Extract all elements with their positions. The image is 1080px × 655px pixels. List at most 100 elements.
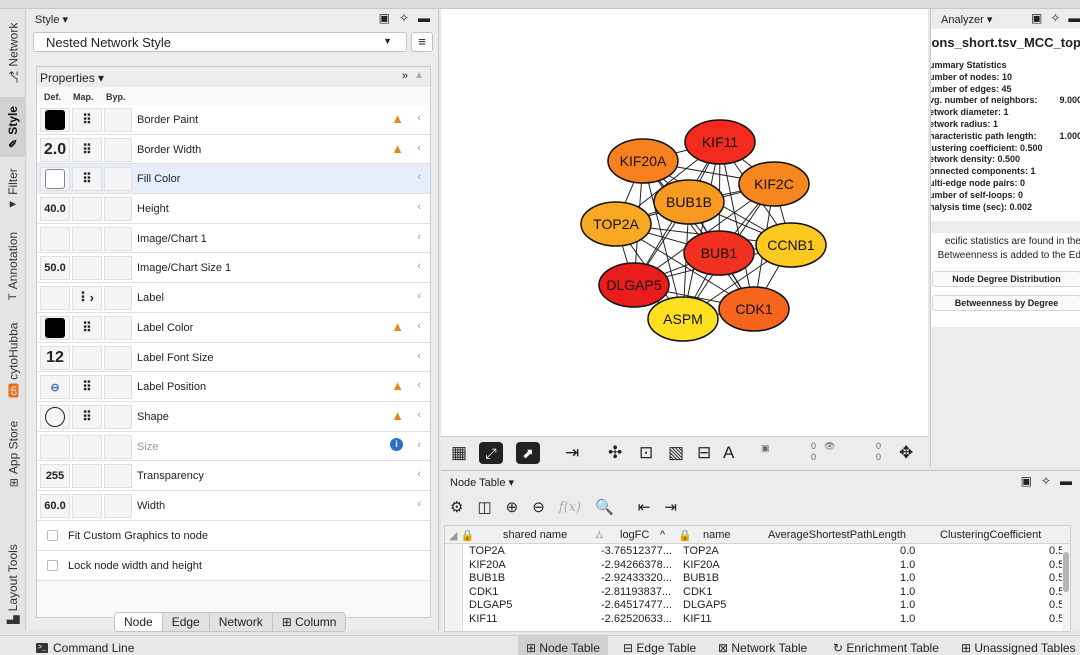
bypass-border-paint[interactable]: [104, 108, 132, 132]
chevron-left-icon[interactable]: ‹: [417, 201, 421, 213]
property-row-height[interactable]: 40.0 Height ‹: [37, 194, 430, 224]
tab-network[interactable]: Network: [210, 613, 273, 631]
gear-icon[interactable]: ⚙: [450, 498, 463, 516]
warning-icon[interactable]: ▲: [391, 378, 404, 393]
column-chooser-icon[interactable]: ◫: [477, 498, 491, 516]
mapping-image-chart-size-1[interactable]: [72, 256, 102, 281]
minimize-icon[interactable]: ▬: [418, 11, 430, 25]
node-bub1[interactable]: BUB1: [683, 230, 755, 276]
property-row-width[interactable]: 60.0 Width ‹: [37, 490, 430, 521]
import-table-icon[interactable]: ⇤: [638, 498, 651, 516]
select-neighbors-icon[interactable]: ▧: [668, 443, 684, 463]
chevron-left-icon[interactable]: ‹: [417, 379, 421, 391]
bypass-border-width[interactable]: [104, 137, 132, 162]
tab-app-store[interactable]: ⊞ App Store: [0, 409, 26, 499]
property-row-label-font-size[interactable]: 12 Label Font Size ‹: [37, 342, 430, 373]
command-line-button[interactable]: >_ Command Line: [36, 641, 134, 655]
mapping-transparency[interactable]: [72, 464, 102, 489]
navigator-icon[interactable]: ✥: [899, 443, 913, 463]
network-graph[interactable]: KIF11 KIF20A KIF2C BUB1B TOP2A CCNB1 BUB1 DLGAP…: [441, 9, 928, 436]
expand-up-icon[interactable]: ▲: [414, 70, 424, 81]
chevron-left-icon[interactable]: ‹: [417, 409, 421, 421]
status-tab-enrichment-table[interactable]: ↻ Enrichment Table: [825, 636, 947, 655]
warning-icon[interactable]: ▲: [391, 319, 404, 334]
tab-column[interactable]: ⊞ Column: [273, 613, 346, 631]
export-table-icon[interactable]: ⇥: [664, 498, 677, 516]
status-tab-edge-table[interactable]: ⊟ Edge Table: [615, 636, 704, 655]
table-row[interactable]: DLGAP5 -2.64517477... DLGAP5 1.0 0.5: [445, 599, 1070, 612]
table-row[interactable]: TOP2A -3.76512377... TOP2A 0.0 0.5: [445, 545, 1070, 558]
bypass-fill-color[interactable]: [104, 167, 132, 192]
bypass-width[interactable]: [104, 493, 132, 518]
node-ccnb1[interactable]: CCNB1: [755, 222, 827, 268]
share-network-icon[interactable]: ⤢: [479, 442, 503, 464]
node-table-title[interactable]: Node Table ▾: [450, 476, 514, 489]
tab-filter[interactable]: ▼ Filter: [0, 159, 26, 219]
bypass-transparency[interactable]: [104, 464, 132, 489]
status-tab-network-table[interactable]: ⊠ Network Table: [710, 636, 815, 655]
mapping-width[interactable]: [72, 493, 102, 518]
checkbox-fit-custom-graphics-to-node[interactable]: [47, 529, 58, 541]
zoom-selected-icon[interactable]: ⊡: [639, 443, 653, 463]
tab-network[interactable]: ⎇ Network: [0, 13, 26, 93]
warning-icon[interactable]: ▲: [391, 111, 404, 126]
property-row-transparency[interactable]: 255 Transparency ‹: [37, 461, 430, 491]
default-value-border-width[interactable]: 2.0: [40, 137, 70, 162]
hidden-eye-icon[interactable]: 👁: [824, 441, 835, 452]
bypass-size[interactable]: [104, 434, 132, 459]
mapping-label-font-size[interactable]: [72, 345, 102, 370]
info-icon[interactable]: i: [390, 437, 403, 451]
chevron-left-icon[interactable]: ‹: [417, 350, 421, 362]
warning-icon[interactable]: ▲: [391, 408, 404, 423]
tab-annotation[interactable]: T Annotation: [0, 221, 26, 311]
chevron-left-icon[interactable]: ‹: [417, 290, 421, 302]
node-kif2c[interactable]: KIF2C: [738, 161, 810, 207]
table-row[interactable]: KIF20A -2.94266378... KIF20A 1.0 0.5: [445, 559, 1070, 572]
warning-icon[interactable]: ▲: [391, 141, 404, 156]
add-column-icon[interactable]: ⊕: [506, 498, 519, 516]
chevron-left-icon[interactable]: ‹: [417, 439, 421, 451]
mapping-size[interactable]: [72, 434, 102, 459]
minimize-icon[interactable]: ▬: [1068, 11, 1080, 25]
export-image-icon[interactable]: ⬈: [516, 442, 540, 464]
checkbox-lock-node-width-and-height[interactable]: [47, 559, 58, 571]
float-window-icon[interactable]: ▣: [1021, 474, 1032, 488]
pin-icon[interactable]: ✧: [1041, 474, 1051, 488]
table-row[interactable]: BUB1B -2.92433320... BUB1B 1.0 0.5: [445, 572, 1070, 585]
bypass-label-position[interactable]: [104, 375, 132, 400]
default-value-width[interactable]: 60.0: [40, 493, 70, 518]
minimize-icon[interactable]: ▬: [1060, 474, 1072, 488]
node-kif20a[interactable]: KIF20A: [607, 138, 679, 184]
mapping-shape[interactable]: ⠿: [72, 404, 102, 429]
table-row[interactable]: CDK1 -2.81193837... CDK1 1.0 0.5: [445, 586, 1070, 599]
property-row-shape[interactable]: ⠿ Shape ▲ ‹: [37, 401, 430, 432]
mapping-label-position[interactable]: ⠿: [72, 375, 102, 400]
function-builder-icon[interactable]: f(x): [559, 500, 581, 515]
col-logfc[interactable]: logFC: [620, 529, 649, 541]
default-value-image-chart-1[interactable]: [40, 226, 70, 251]
bypass-label[interactable]: [104, 286, 132, 311]
status-tab-unassigned-tables[interactable]: ⊞ Unassigned Tables: [953, 636, 1080, 655]
property-row-fill-color[interactable]: ⠿ Fill Color ‹: [37, 164, 430, 195]
node-kif11[interactable]: KIF11: [684, 119, 756, 165]
chevron-left-icon[interactable]: ‹: [417, 171, 421, 183]
default-value-border-paint[interactable]: [40, 108, 70, 132]
default-value-shape[interactable]: [40, 404, 70, 429]
delete-column-icon[interactable]: ⊖: [532, 498, 545, 516]
property-row-border-width[interactable]: 2.0 ⠿ Border Width ▲ ‹: [37, 134, 430, 165]
properties-title[interactable]: Properties ▾: [40, 71, 104, 85]
table-row[interactable]: KIF11 -2.62520633... KIF11 1.0 0.5: [445, 613, 1070, 626]
property-row-label-color[interactable]: ⠿ Label Color ▲ ‹: [37, 312, 430, 343]
col-shared-name[interactable]: shared name: [503, 529, 567, 541]
export-network-icon[interactable]: ⇥: [565, 443, 579, 463]
property-row-image-chart-size-1[interactable]: 50.0 Image/Chart Size 1 ‹: [37, 253, 430, 284]
pin-icon[interactable]: ✧: [1050, 11, 1060, 25]
bypass-shape[interactable]: [104, 404, 132, 429]
style-selector[interactable]: Nested Network Style ▼: [33, 32, 407, 52]
status-tab-node-table[interactable]: ⊞ Node Table: [518, 636, 608, 655]
bypass-image-chart-1[interactable]: [104, 226, 132, 251]
annotation-text-icon[interactable]: A: [723, 443, 734, 463]
node-bub1b[interactable]: BUB1B: [653, 179, 725, 225]
bypass-height[interactable]: [104, 197, 132, 222]
col-avg-shortest-path[interactable]: AverageShortestPathLength: [768, 529, 906, 541]
